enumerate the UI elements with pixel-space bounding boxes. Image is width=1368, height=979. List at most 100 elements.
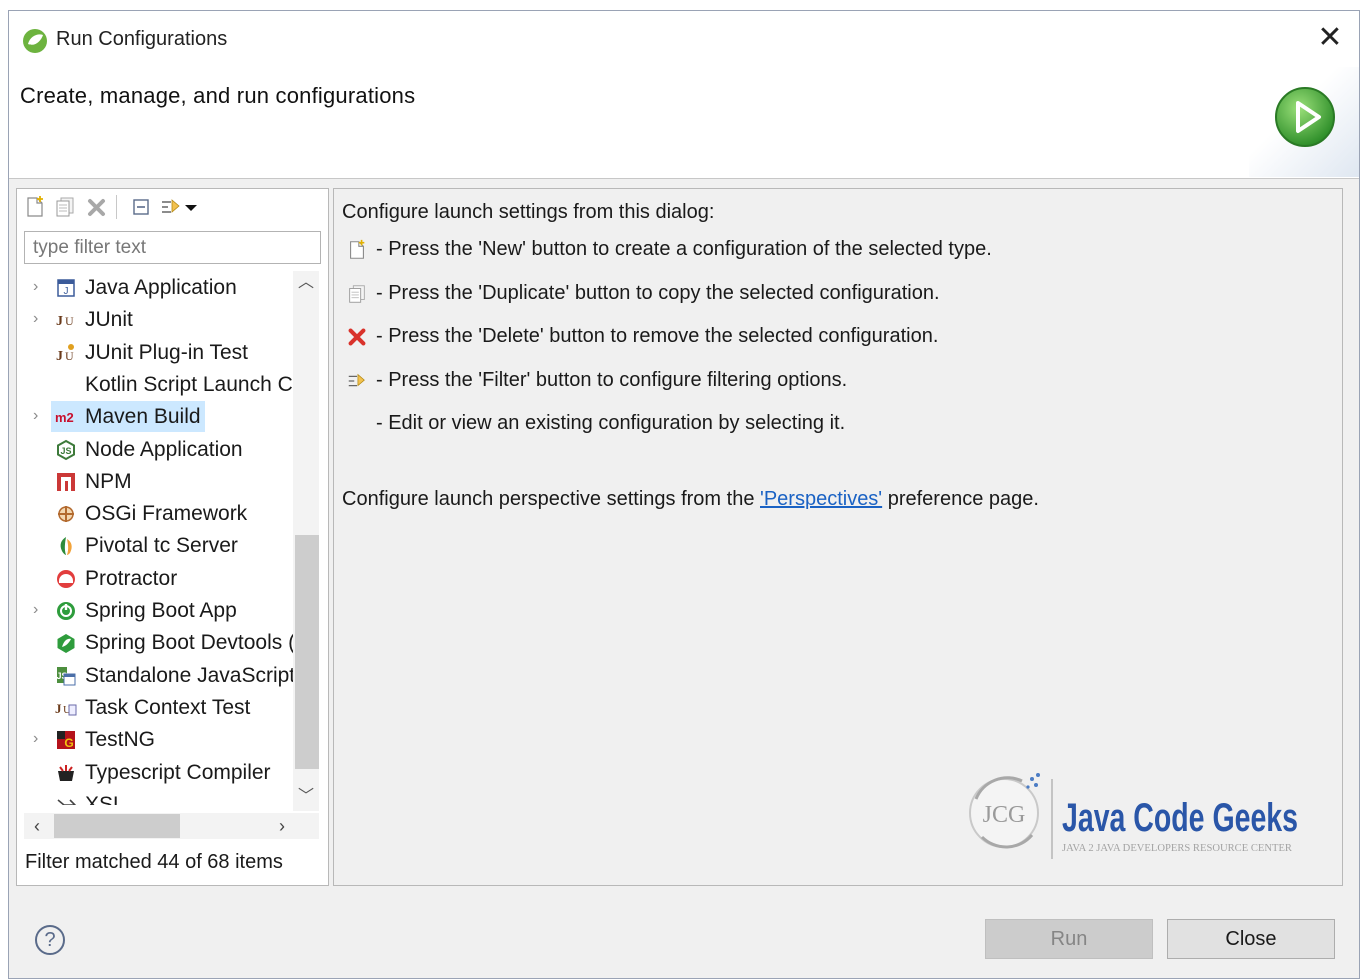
- logo-initials: JCG: [983, 802, 1026, 828]
- perspectives-link[interactable]: 'Perspectives': [760, 488, 882, 510]
- pivotal-icon: [60, 537, 72, 556]
- tree-item[interactable]: Kotlin Script Launch Co: [17, 368, 293, 400]
- svg-text:U: U: [65, 314, 74, 328]
- tree-item[interactable]: › G TestNG: [17, 723, 293, 755]
- run-button[interactable]: Run: [985, 919, 1153, 959]
- tree-item[interactable]: Typescript Compiler: [17, 756, 293, 788]
- logo-name: Java Code Geeks: [1062, 796, 1298, 840]
- info-delete-text: - Press the 'Delete' button to remove th…: [376, 325, 939, 347]
- collapse-all-icon[interactable]: [129, 195, 153, 219]
- expand-chevron-icon[interactable]: ›: [33, 277, 47, 297]
- tree-item-label: Standalone JavaScript: [85, 663, 293, 687]
- tree-item[interactable]: NPM: [17, 465, 293, 497]
- tree-item-label: JUnit: [85, 308, 133, 332]
- delete-configuration-icon: [348, 328, 366, 346]
- delete-configuration-icon[interactable]: [85, 195, 109, 219]
- tree-item[interactable]: J U Task Context Test: [17, 691, 293, 723]
- tree-item[interactable]: › m2 Maven Build: [17, 400, 293, 433]
- tree-item[interactable]: Protractor: [17, 562, 293, 594]
- info-filter-text: - Press the 'Filter' button to configure…: [376, 369, 848, 391]
- tree-item-label: OSGi Framework: [85, 502, 248, 526]
- svg-text:JS: JS: [60, 446, 71, 456]
- svg-text:J: J: [56, 314, 63, 329]
- horizontal-scroll-thumb[interactable]: [54, 814, 180, 838]
- tree-item[interactable]: › J U JUnit: [17, 303, 293, 335]
- expand-chevron-icon[interactable]: ›: [33, 406, 47, 426]
- tree-item-label: Task Context Test: [85, 695, 251, 719]
- tree-horizontal-scrollbar[interactable]: ‹ ›: [24, 813, 319, 839]
- perspectives-line: Configure launch perspective settings fr…: [342, 488, 1039, 511]
- typescript-icon: [58, 764, 74, 781]
- tree-item-label: JUnit Plug-in Test: [85, 340, 249, 364]
- tree-item[interactable]: J U JUnit Plug-in Test: [17, 336, 293, 368]
- tree-item-label: Java Application: [85, 276, 237, 299]
- spring-boot-icon: [57, 602, 75, 620]
- tree-item-label: Protractor: [85, 566, 178, 590]
- window-close-button[interactable]: ✕: [1315, 23, 1345, 53]
- tree-item-label: Spring Boot Devtools (: [85, 631, 293, 655]
- scroll-down-icon[interactable]: ﹀: [293, 785, 319, 809]
- junit-plugin-icon: JU: [56, 343, 74, 364]
- spring-devtools-icon: [57, 634, 75, 654]
- tree-item[interactable]: Spring Boot Devtools (: [17, 626, 293, 658]
- title-bar: Run Configurations ✕: [9, 11, 1359, 67]
- tree-item[interactable]: JS Standalone JavaScript: [17, 659, 293, 691]
- tree-item-label: Node Application: [85, 437, 243, 461]
- protractor-icon: [57, 569, 75, 588]
- duplicate-configuration-icon: [349, 285, 365, 303]
- scroll-up-icon[interactable]: ︿: [293, 271, 319, 295]
- tree-item[interactable]: JS Node Application: [17, 433, 293, 465]
- filter-match-status: Filter matched 44 of 68 items: [25, 851, 283, 873]
- tree-vertical-scrollbar[interactable]: ︿ ﹀: [293, 271, 319, 811]
- info-heading: Configure launch settings from this dial…: [342, 201, 715, 223]
- help-button[interactable]: ?: [35, 925, 65, 955]
- info-duplicate-text: - Press the 'Duplicate' button to copy t…: [376, 282, 940, 304]
- new-configuration-icon: [350, 239, 365, 259]
- info-new-text: - Press the 'New' button to create a con…: [376, 238, 992, 260]
- expand-chevron-icon[interactable]: ›: [33, 729, 47, 749]
- tree-item[interactable]: XSL: [17, 788, 293, 805]
- node-icon: JS: [57, 439, 75, 460]
- perspectives-prefix: Configure launch perspective settings fr…: [342, 488, 760, 510]
- scroll-right-icon[interactable]: ›: [269, 813, 295, 839]
- logo-tagline: JAVA 2 JAVA DEVELOPERS RESOURCE CENTER: [1062, 843, 1292, 854]
- tree-item-label: Pivotal tc Server: [85, 534, 238, 558]
- tree-item-label: Spring Boot App: [85, 599, 237, 622]
- type-filter-input[interactable]: [24, 231, 321, 264]
- perspectives-suffix: preference page.: [882, 488, 1039, 510]
- standalone-js-icon: JS: [56, 666, 76, 686]
- view-menu-dropdown-icon[interactable]: [183, 195, 199, 219]
- run-play-icon: [1275, 87, 1335, 147]
- tree-item[interactable]: › Spring Boot App: [17, 594, 293, 626]
- duplicate-configuration-icon[interactable]: [53, 195, 77, 219]
- configuration-toolbar: [17, 189, 328, 225]
- tree-item-label: NPM: [85, 469, 132, 493]
- toolbar-separator: [116, 195, 117, 219]
- xsl-icon: [57, 799, 77, 805]
- expand-chevron-icon[interactable]: ›: [33, 600, 47, 620]
- svg-text:J: J: [64, 286, 69, 297]
- tree-item[interactable]: › J Java Application: [17, 271, 293, 303]
- filter-icon: [348, 373, 365, 387]
- scroll-left-icon[interactable]: ‹: [24, 813, 50, 839]
- configuration-type-panel: ›JJava Application›JUJUnitJUJUnit Plug-i…: [16, 188, 329, 886]
- new-configuration-icon[interactable]: [23, 195, 47, 219]
- configuration-type-tree: › J Java Application › J U JUnit J U JUnit Plug-i…: [17, 271, 293, 805]
- banner-description: Create, manage, and run configurations: [20, 83, 416, 108]
- java-app-icon: J: [57, 279, 75, 297]
- tree-item-label: TestNG: [85, 728, 156, 752]
- expand-chevron-icon[interactable]: ›: [33, 309, 47, 329]
- svg-text:J: J: [55, 701, 62, 716]
- info-edit-text: - Edit or view an existing configuration…: [376, 412, 846, 434]
- filter-icon[interactable]: [159, 195, 183, 219]
- configuration-details-panel: Configure launch settings from this dial…: [333, 188, 1343, 886]
- header-banner: Create, manage, and run configurations: [9, 67, 1359, 179]
- close-button[interactable]: Close: [1167, 919, 1335, 959]
- java-code-geeks-logo: JCG Java Code Geeks JAVA 2 JAVA DEVELOPE…: [969, 773, 1298, 859]
- tree-item[interactable]: OSGi Framework: [17, 497, 293, 529]
- svg-text:m2: m2: [55, 410, 74, 425]
- tree-item[interactable]: Pivotal tc Server: [17, 529, 293, 561]
- testng-icon: G: [57, 731, 75, 750]
- svg-text:J: J: [56, 349, 63, 364]
- vertical-scroll-thumb[interactable]: [295, 535, 319, 769]
